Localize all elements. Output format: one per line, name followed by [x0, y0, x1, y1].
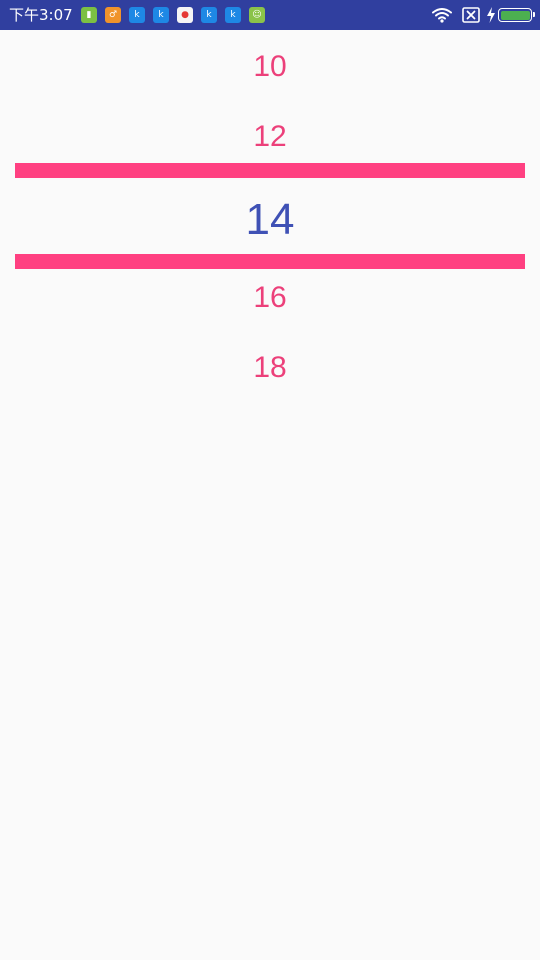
battery-cap [532, 12, 535, 17]
picker-item[interactable]: 18 [0, 353, 540, 383]
app-notification-icon-2: k [153, 7, 169, 23]
memo-app-icon: ▮ [81, 7, 97, 23]
carrot-app-icon: ♂ [105, 7, 121, 23]
battery-level [500, 10, 530, 20]
app-notification-icon-4: k [225, 7, 241, 23]
no-sim-icon [462, 7, 480, 23]
picker-item[interactable]: 10 [0, 52, 540, 82]
wifi-icon [432, 8, 452, 23]
selection-divider-bottom [15, 254, 525, 269]
system-indicators [420, 0, 540, 30]
picker-item[interactable]: 12 [0, 122, 540, 152]
android-debug-icon: ☺ [249, 7, 265, 23]
picker-item[interactable]: 16 [0, 283, 540, 313]
charging-icon [487, 7, 495, 23]
battery-icon [498, 8, 535, 22]
app-notification-icon-1: k [129, 7, 145, 23]
status-time: 下午3:07 [9, 6, 73, 24]
maps-app-icon: ● [177, 7, 193, 23]
status-bar: 下午3:07 ▮ ♂ k k ● k k ☺ [0, 0, 540, 30]
selection-divider-top [15, 163, 525, 178]
picker-item-selected[interactable]: 14 [0, 198, 540, 242]
app-notification-icon-3: k [201, 7, 217, 23]
number-picker[interactable]: 10 12 14 16 18 [0, 30, 540, 410]
